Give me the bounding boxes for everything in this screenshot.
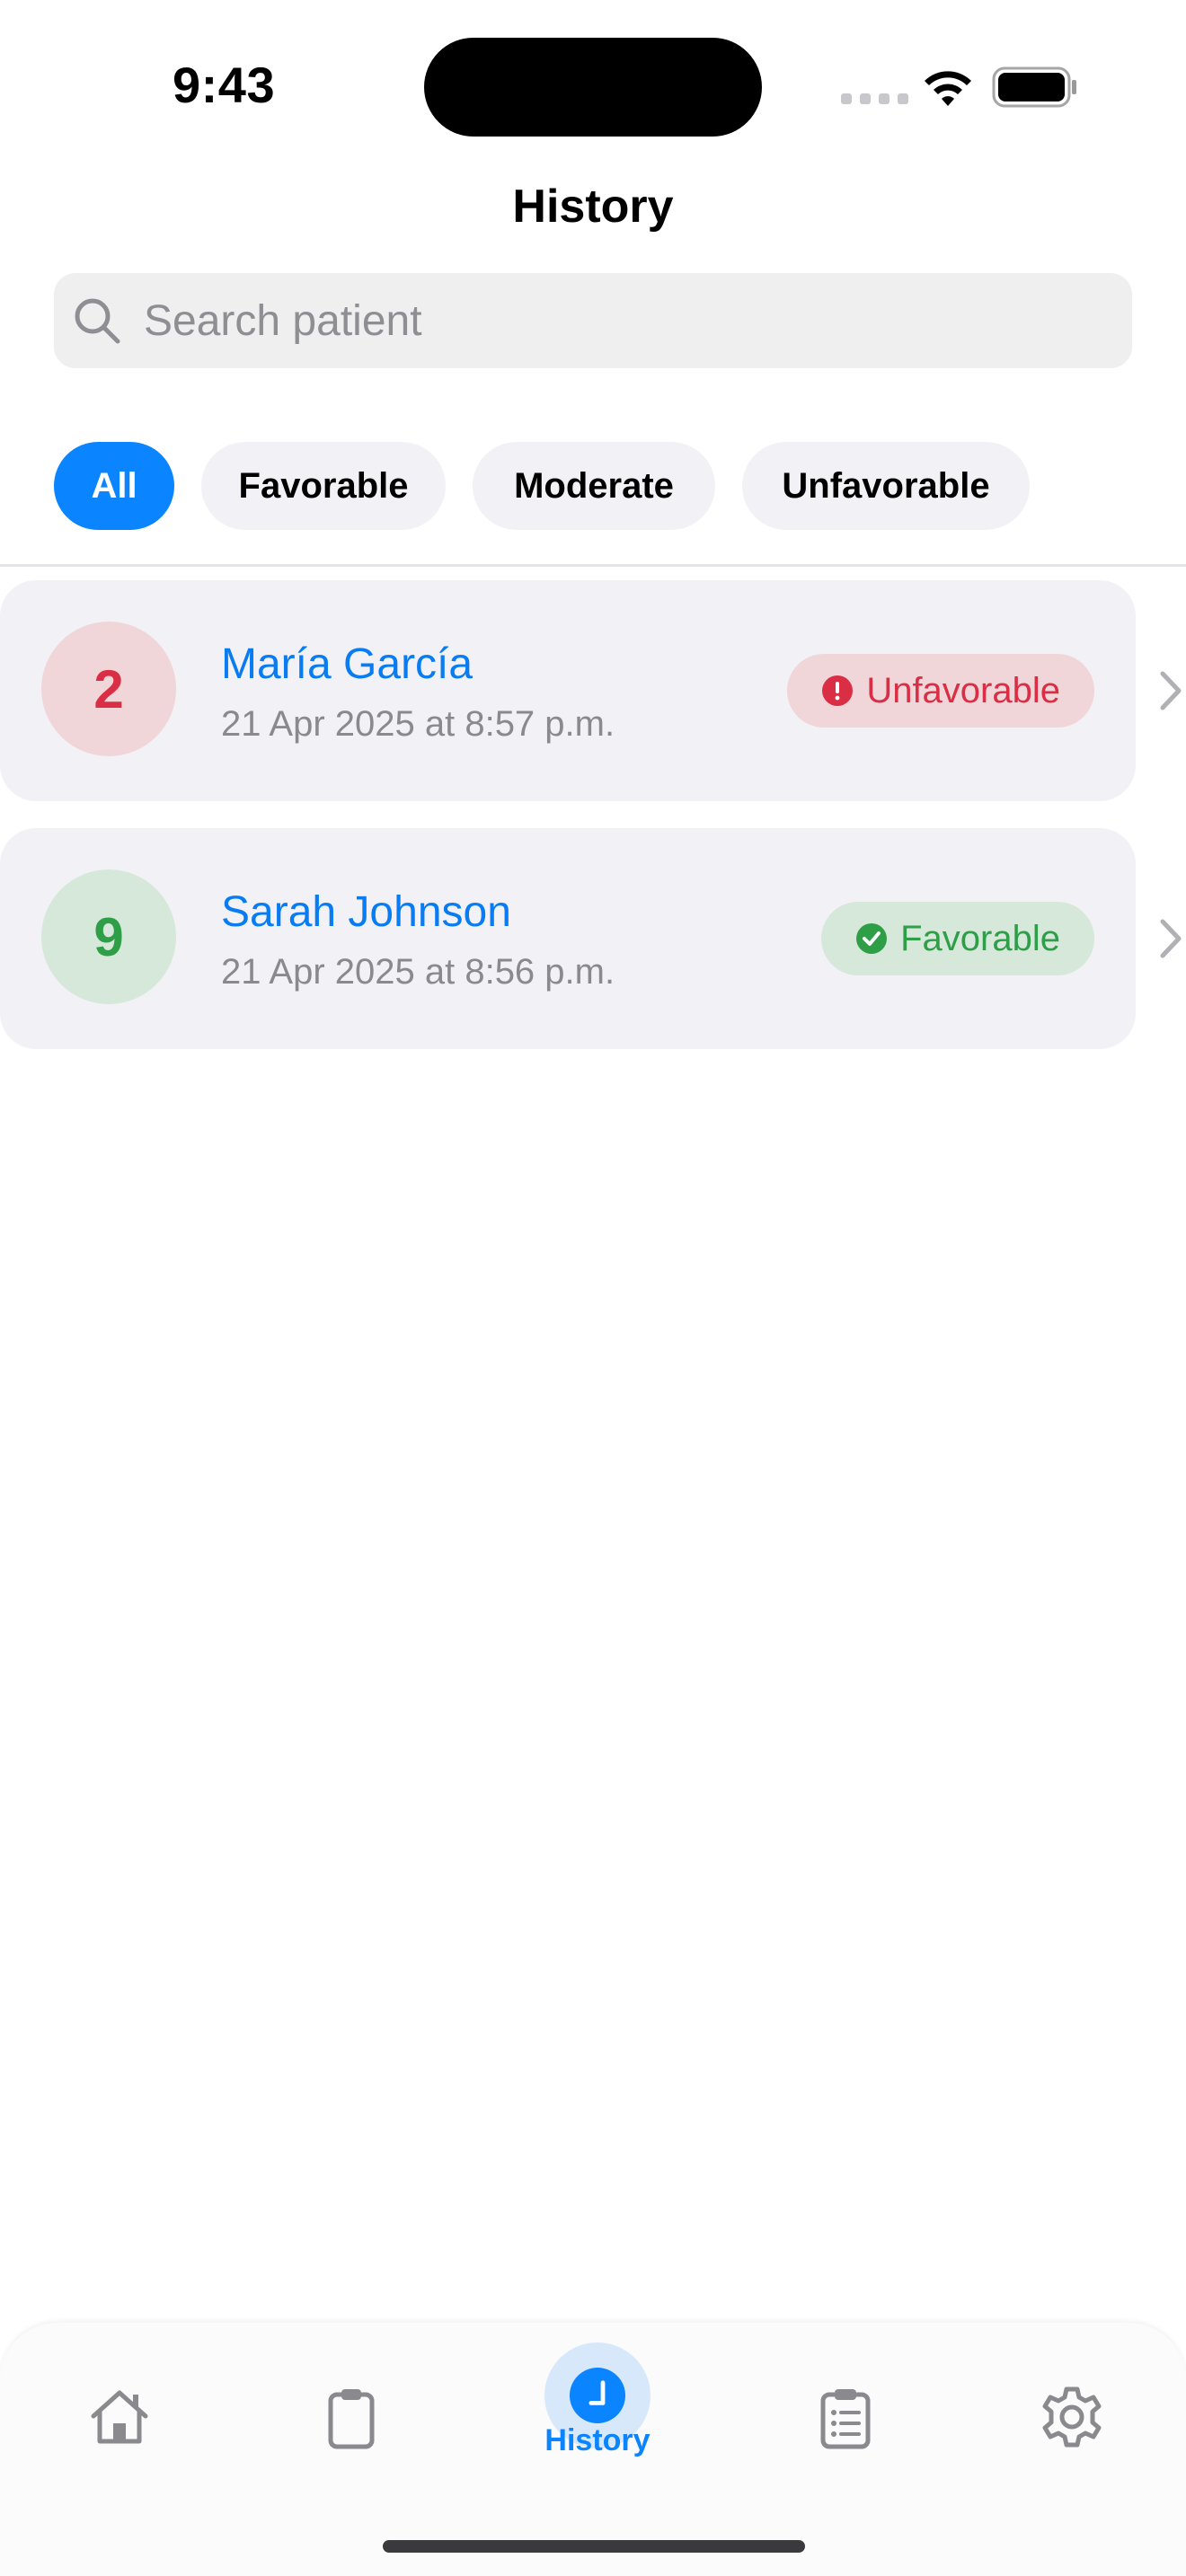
filter-chip-moderate[interactable]: Moderate: [473, 442, 715, 530]
gear-icon: [1042, 2386, 1102, 2448]
status-time: 9:43: [173, 57, 276, 113]
chevron-right-icon: [1160, 671, 1182, 710]
status-badge: Unfavorable: [787, 654, 1094, 728]
filter-chips: All Favorable Moderate Unfavorable: [54, 442, 1030, 530]
dynamic-island: [424, 38, 762, 137]
cellular-signal-icon: [841, 93, 908, 104]
tab-settings[interactable]: [1022, 2368, 1121, 2466]
patient-name: Sarah Johnson: [221, 888, 511, 936]
score-avatar: 9: [41, 869, 176, 1004]
filter-chip-favorable[interactable]: Favorable: [201, 442, 446, 530]
search-icon: [75, 298, 120, 344]
checkmark-circle-icon: [856, 923, 888, 954]
patient-name: María García: [221, 640, 474, 688]
divider: [0, 564, 1186, 567]
search-input[interactable]: [142, 295, 1089, 347]
wifi-icon: [925, 71, 971, 106]
patient-list: 2 María García 21 Apr 2025 at 8:57 p.m. …: [0, 580, 1186, 1076]
score-avatar: 2: [41, 622, 176, 756]
patient-row[interactable]: 2 María García 21 Apr 2025 at 8:57 p.m. …: [0, 580, 1182, 801]
tab-history-label[interactable]: History: [0, 2423, 1186, 2458]
status-label: Unfavorable: [866, 670, 1060, 710]
filter-chip-all[interactable]: All: [54, 442, 174, 530]
filter-chip-unfavorable[interactable]: Unfavorable: [742, 442, 1030, 530]
battery-icon: [992, 66, 1076, 108]
tab-records[interactable]: [796, 2368, 895, 2466]
status-label: Favorable: [900, 918, 1060, 958]
list-clipboard-icon: [820, 2389, 871, 2449]
exclamation-circle-icon: [822, 675, 854, 706]
patient-date: 21 Apr 2025 at 8:57 p.m.: [221, 704, 615, 744]
clock-icon: [570, 2368, 625, 2423]
home-indicator: [383, 2540, 805, 2553]
patient-row[interactable]: 9 Sarah Johnson 21 Apr 2025 at 8:56 p.m.…: [0, 828, 1182, 1049]
page-title: History: [512, 181, 674, 233]
search-bar[interactable]: [54, 273, 1132, 368]
patient-date: 21 Apr 2025 at 8:56 p.m.: [221, 952, 615, 992]
chevron-right-icon: [1160, 919, 1182, 958]
tab-bar: History: [0, 2323, 1186, 2576]
status-badge: Favorable: [821, 902, 1094, 975]
